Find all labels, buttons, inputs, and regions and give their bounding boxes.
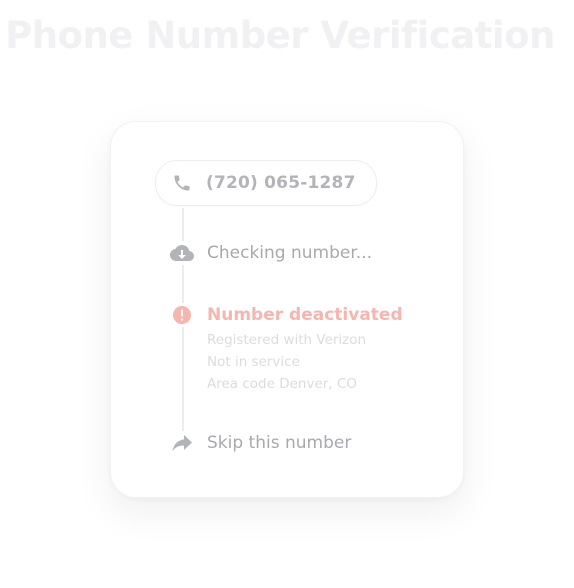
verification-page: Phone Number Verification (720) 065-1287…	[0, 0, 574, 588]
alert-circle-icon	[169, 303, 195, 327]
page-title: Phone Number Verification	[5, 14, 555, 57]
share-arrow-icon	[169, 431, 195, 455]
deactivated-details: Registered with Verizon Not in service A…	[207, 329, 403, 395]
skip-number-label[interactable]: Skip this number	[207, 431, 351, 455]
detail-service-status: Not in service	[207, 354, 300, 370]
detail-carrier: Registered with Verizon	[207, 332, 367, 348]
step-checking-label: Checking number...	[207, 243, 372, 263]
phone-number-pill: (720) 065-1287	[155, 160, 377, 206]
step-number-deactivated: Number deactivated Registered with Veriz…	[169, 303, 403, 395]
cloud-download-icon	[169, 241, 195, 265]
step-deactivated-label: Number deactivated	[207, 305, 403, 325]
verification-card: (720) 065-1287 Checking number... Number…	[110, 121, 464, 498]
step-checking-number: Checking number...	[169, 241, 372, 265]
phone-icon	[170, 171, 194, 195]
detail-area-code: Area code Denver, CO	[207, 376, 357, 392]
phone-number-text: (720) 065-1287	[206, 173, 356, 193]
deactivated-content: Number deactivated Registered with Veriz…	[207, 303, 403, 395]
skip-number-button[interactable]: Skip this number	[169, 431, 351, 455]
